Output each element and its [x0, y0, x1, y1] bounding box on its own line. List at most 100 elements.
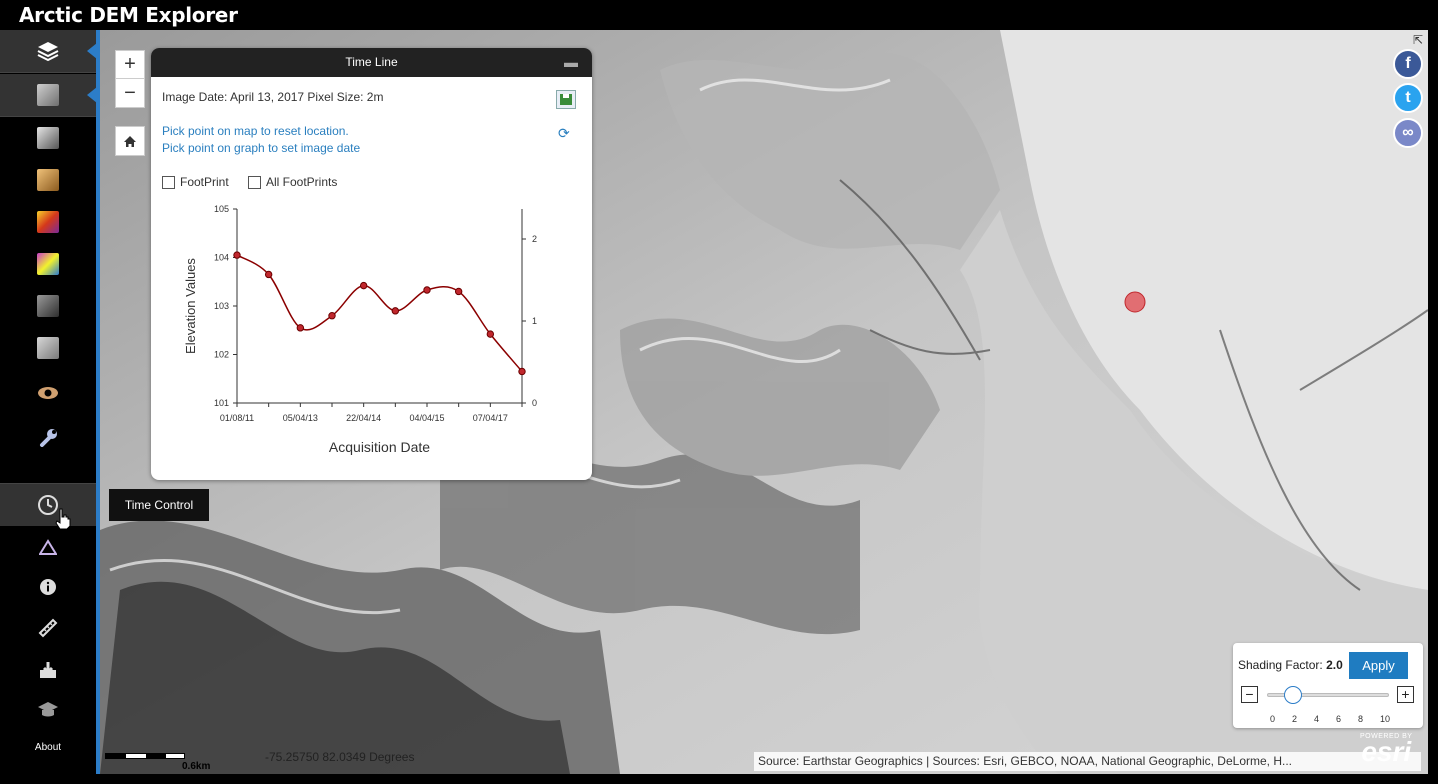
tinted-thumb-icon	[37, 169, 59, 191]
home-button[interactable]	[115, 126, 145, 156]
all-footprints-label: All FootPrints	[266, 175, 338, 189]
x-tick-label: 22/04/14	[346, 413, 381, 423]
shading-minus-button[interactable]: −	[1241, 686, 1258, 703]
save-icon[interactable]	[556, 90, 576, 109]
all-footprints-checkbox[interactable]: All FootPrints	[248, 175, 337, 189]
data-point[interactable]	[391, 307, 400, 315]
ellipsoidal-thumb-icon	[37, 337, 59, 359]
zoom-out-button[interactable]: −	[116, 79, 144, 107]
map-bottom-strip	[96, 774, 1438, 784]
y2-tick-label: 0	[532, 398, 537, 408]
shading-tick-label: 6	[1336, 714, 1342, 724]
elevation-chart[interactable]: 101 102 103 104 105 0 1 2 01/08/11 05/04/13 22/04/…	[151, 203, 592, 480]
data-point[interactable]	[423, 286, 431, 294]
data-point[interactable]	[518, 367, 526, 376]
footprint-label: FootPrint	[180, 175, 229, 189]
selected-point-marker	[1124, 291, 1146, 313]
y-tick-label: 102	[214, 350, 229, 360]
data-point[interactable]	[486, 330, 495, 338]
shading-tick-label: 8	[1358, 714, 1364, 724]
sidebar: About	[0, 30, 97, 784]
info-icon	[40, 579, 56, 595]
x-tick-label: 01/08/11	[220, 413, 254, 423]
attribution-text: Source: Earthstar Geographics | Sources:…	[754, 752, 1421, 771]
zoom-in-button[interactable]: +	[116, 51, 144, 79]
multidirectional-thumb-icon	[37, 127, 59, 149]
x-tick-label: 05/04/13	[283, 413, 318, 423]
twitter-share-button[interactable]: t	[1393, 83, 1423, 113]
ruler-icon	[38, 618, 58, 638]
timeline-panel: Time Line ▬ Image Date: April 13, 2017 P…	[151, 48, 592, 480]
map-right-strip	[1428, 30, 1438, 784]
shading-slider-handle[interactable]	[1284, 686, 1302, 704]
sidebar-item-layers[interactable]	[0, 30, 97, 72]
sidebar-item-view[interactable]	[0, 372, 96, 414]
sidebar-item-measure[interactable]	[0, 607, 96, 649]
shading-factor-panel: Shading Factor: 2.0 Apply − + 0 2 4 6 8 10	[1233, 643, 1423, 728]
sidebar-item-time-control[interactable]	[0, 484, 96, 526]
sidebar-item-tools[interactable]	[0, 416, 96, 458]
x-tick-label: 04/04/15	[409, 413, 444, 423]
sidebar-item-hillshade[interactable]	[0, 74, 97, 116]
timeline-title: Time Line	[345, 55, 398, 69]
reset-location-link[interactable]: Pick point on map to reset location.	[162, 124, 349, 138]
download-icon	[40, 662, 56, 678]
data-point[interactable]	[233, 251, 241, 259]
slope-thumb-icon	[37, 253, 59, 275]
graduation-cap-icon	[38, 702, 58, 717]
set-image-date-link[interactable]: Pick point on graph to set image date	[162, 141, 360, 155]
hand-cursor-icon	[55, 508, 71, 530]
checkbox-box	[162, 175, 175, 189]
timeline-header: Time Line ▬	[151, 48, 592, 77]
sidebar-item-tinted[interactable]	[0, 159, 96, 201]
y-tick-label: 101	[214, 398, 229, 408]
esri-logo: POWERED BY esri	[1360, 733, 1413, 767]
zoom-control: + −	[115, 50, 145, 108]
data-point[interactable]	[296, 324, 305, 332]
image-date-info: Image Date: April 13, 2017 Pixel Size: 2…	[162, 90, 384, 104]
minimize-button[interactable]: ▬	[564, 48, 578, 77]
apply-button[interactable]: Apply	[1349, 652, 1408, 679]
data-point[interactable]	[264, 270, 273, 279]
sidebar-divider	[0, 72, 96, 73]
x-axis-label: Acquisition Date	[329, 439, 430, 455]
coordinates-readout: -75.25750 82.0349 Degrees	[265, 750, 415, 764]
shading-tick-label: 0	[1270, 714, 1276, 724]
layers-icon	[37, 42, 59, 62]
y-tick-label: 103	[214, 301, 229, 311]
sidebar-item-ellipsoidal[interactable]	[0, 327, 96, 369]
x-tick-label: 07/04/17	[473, 413, 508, 423]
sidebar-item-tutorial[interactable]	[0, 689, 96, 731]
data-point[interactable]	[359, 281, 368, 290]
y2-tick-label: 2	[532, 234, 537, 244]
shading-tick-label: 10	[1380, 714, 1391, 724]
sidebar-item-contour[interactable]	[0, 285, 96, 327]
data-point[interactable]	[454, 287, 463, 296]
shading-tick-label: 2	[1292, 714, 1298, 724]
refresh-icon[interactable]: ⟳	[558, 125, 570, 142]
scale-label: 0.6km	[182, 761, 211, 772]
shading-plus-button[interactable]: +	[1397, 686, 1414, 703]
sidebar-item-change-detection[interactable]	[0, 526, 96, 568]
facebook-share-button[interactable]: f	[1393, 49, 1423, 79]
shading-factor-label: Shading Factor: 2.0	[1238, 658, 1343, 672]
hillshade-thumb-icon	[37, 84, 59, 106]
y-tick-label: 104	[214, 253, 229, 263]
sidebar-item-aspect[interactable]	[0, 201, 96, 243]
sidebar-accent-bar	[96, 30, 100, 774]
home-icon	[124, 135, 136, 147]
sidebar-about-link[interactable]: About	[0, 742, 96, 753]
checkbox-box	[248, 175, 261, 189]
link-share-button[interactable]: ∞	[1393, 118, 1423, 148]
wrench-icon	[40, 429, 57, 447]
sidebar-item-multidirectional[interactable]	[0, 117, 96, 159]
sidebar-item-info[interactable]	[0, 566, 96, 608]
sidebar-item-export[interactable]	[0, 649, 96, 691]
aspect-thumb-icon	[37, 211, 59, 233]
data-point[interactable]	[328, 312, 336, 320]
y2-tick-label: 1	[532, 316, 537, 326]
expand-icon[interactable]: ⇱	[1413, 33, 1423, 47]
app-root: Arctic DEM Explorer About Time Control +…	[0, 0, 1438, 784]
footprint-checkbox[interactable]: FootPrint	[162, 175, 229, 189]
sidebar-item-slope[interactable]	[0, 243, 96, 285]
